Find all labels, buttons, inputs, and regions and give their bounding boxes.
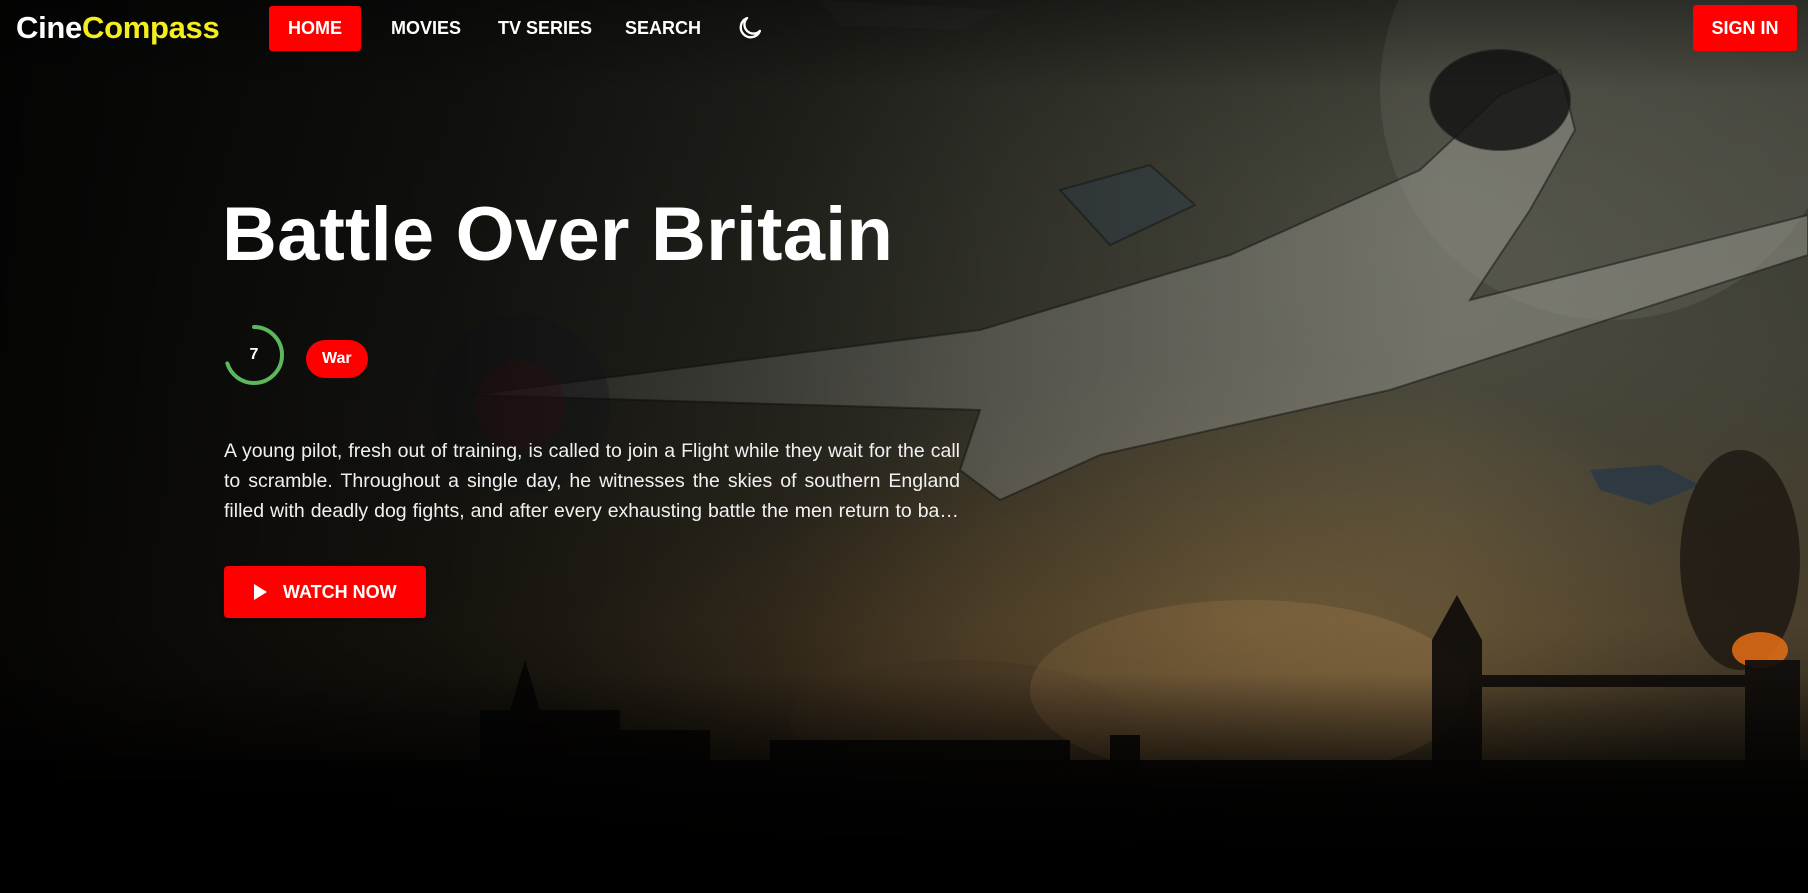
navbar: CineCompass HOME MOVIES TV SERIES SEARCH… (0, 0, 1808, 56)
movie-overview: A young pilot, fresh out of training, is… (224, 440, 960, 522)
play-icon (254, 584, 267, 600)
brand-logo[interactable]: CineCompass (16, 10, 220, 46)
nav-movies-link[interactable]: MOVIES (391, 6, 461, 51)
hero-stage: CineCompass HOME MOVIES TV SERIES SEARCH… (0, 0, 1808, 893)
watch-now-label: WATCH NOW (283, 582, 397, 602)
brand-logo-part1: Cine (16, 10, 82, 45)
hero-title: Battle Over Britain (222, 192, 894, 277)
rating-value: 7 (249, 346, 259, 363)
bottom-gradient-overlay (0, 673, 1808, 893)
moon-icon[interactable] (736, 14, 764, 42)
watch-now-button[interactable]: WATCH NOW (224, 566, 426, 618)
nav-tv-series-link[interactable]: TV SERIES (498, 6, 592, 51)
rating-ring: 7 (222, 323, 286, 387)
nav-search-link[interactable]: SEARCH (625, 6, 701, 51)
genre-badge[interactable]: War (306, 340, 368, 378)
sign-in-button[interactable]: SIGN IN (1693, 5, 1797, 51)
nav-home-link[interactable]: HOME (269, 6, 361, 51)
brand-logo-part2: Compass (81, 10, 220, 45)
